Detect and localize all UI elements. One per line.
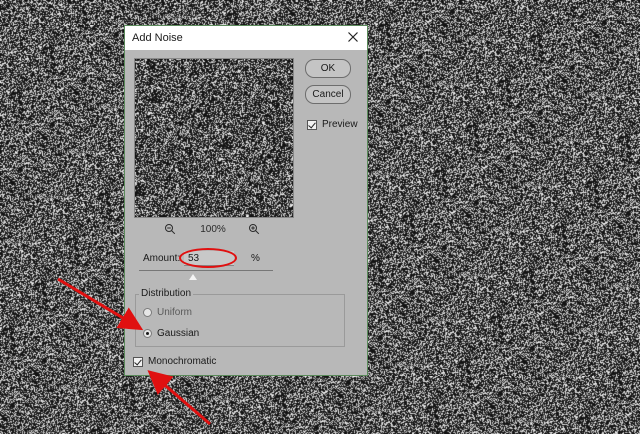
distribution-label: Distribution xyxy=(139,288,194,299)
add-noise-dialog: Add Noise 100% OK Cancel Preview Amount:… xyxy=(124,25,368,376)
distribution-group xyxy=(135,294,345,347)
radio-gaussian-row[interactable]: Gaussian xyxy=(143,328,199,339)
monochromatic-checkbox-row[interactable]: Monochromatic xyxy=(133,356,216,367)
amount-slider-track[interactable] xyxy=(139,270,273,271)
radio-gaussian-label: Gaussian xyxy=(157,328,200,339)
cancel-button[interactable]: Cancel xyxy=(305,85,351,104)
radio-uniform[interactable] xyxy=(143,308,152,317)
monochromatic-checkbox[interactable] xyxy=(133,356,143,367)
close-icon[interactable] xyxy=(345,29,361,45)
preview-image xyxy=(135,59,293,217)
zoom-controls: 100% xyxy=(134,222,292,238)
preview-checkbox-row[interactable]: Preview xyxy=(307,119,358,130)
radio-gaussian[interactable] xyxy=(143,329,152,338)
preview-checkbox[interactable] xyxy=(307,119,317,130)
zoom-in-icon[interactable] xyxy=(248,223,260,235)
radio-uniform-row[interactable]: Uniform xyxy=(143,307,192,318)
zoom-out-icon[interactable] xyxy=(164,223,176,235)
dialog-title: Add Noise xyxy=(132,32,183,44)
amount-row: Amount: % xyxy=(143,251,363,268)
ok-button[interactable]: OK xyxy=(305,59,351,78)
amount-label: Amount: xyxy=(143,253,181,264)
monochromatic-label: Monochromatic xyxy=(148,356,217,367)
radio-uniform-label: Uniform xyxy=(157,307,193,318)
amount-slider-thumb[interactable] xyxy=(188,274,197,280)
amount-unit: % xyxy=(251,253,260,264)
amount-highlight-annotation xyxy=(179,248,237,268)
preview-label: Preview xyxy=(322,119,358,130)
zoom-level: 100% xyxy=(200,224,226,235)
dialog-titlebar: Add Noise xyxy=(125,26,367,50)
preview-pane[interactable] xyxy=(134,58,294,218)
